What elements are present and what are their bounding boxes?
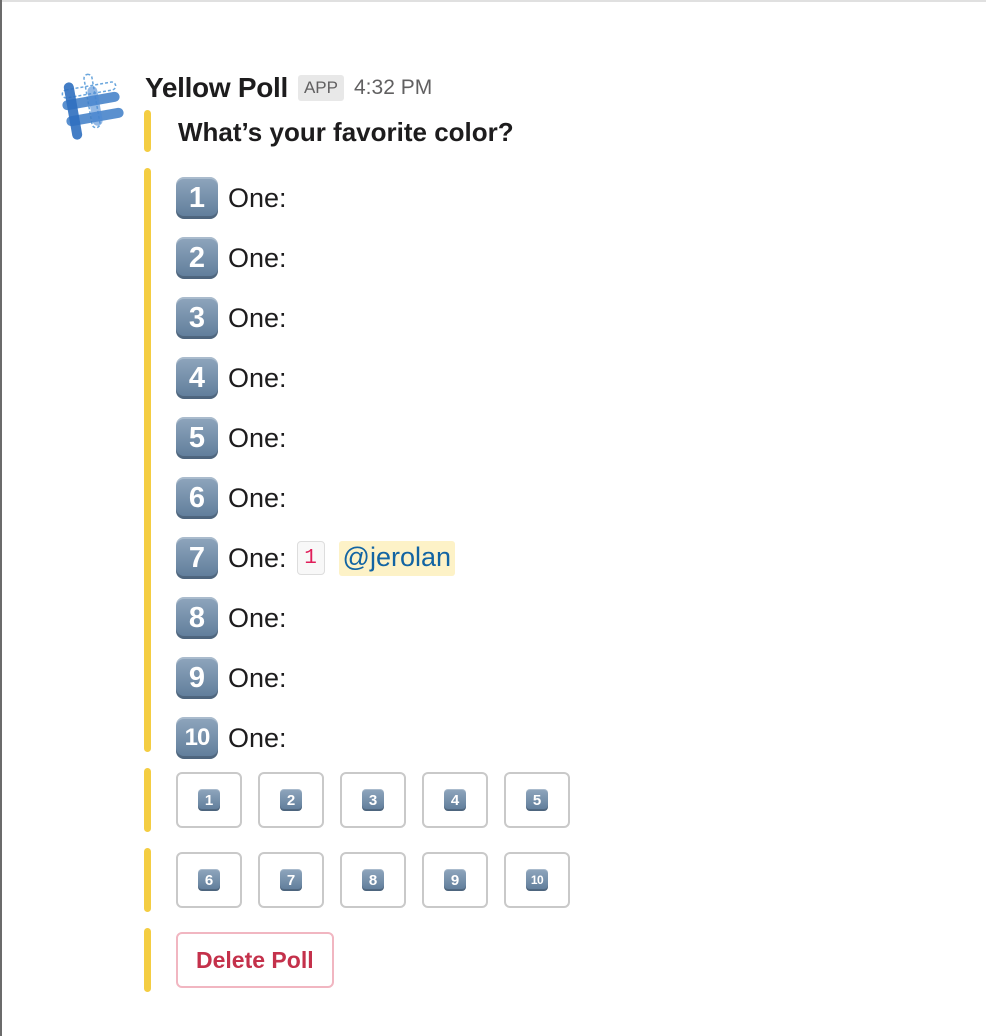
keycap-9-icon: 9 (444, 869, 466, 891)
option-label: One: (228, 362, 287, 393)
window-top-border (0, 0, 986, 2)
keycap-6-icon: 6 (198, 869, 220, 891)
poll-option: 4 One: (176, 348, 455, 408)
keycap-4-icon: 4 (176, 357, 218, 399)
option-label: One: (228, 602, 287, 633)
keycap-6-icon: 6 (176, 477, 218, 519)
keycap-1-icon: 1 (176, 177, 218, 219)
keycap-3-icon: 3 (362, 789, 384, 811)
vote-button-8[interactable]: 8 (340, 852, 406, 908)
poll-option: 10 One: (176, 708, 455, 768)
option-label: One: (228, 722, 287, 753)
poll-question: What’s your favorite color? (178, 117, 514, 147)
vote-button-1[interactable]: 1 (176, 772, 242, 828)
option-label: One: (228, 662, 287, 693)
vote-button-3[interactable]: 3 (340, 772, 406, 828)
vote-count: 1 (296, 541, 325, 575)
message-header: Yellow Poll APP 4:32 PM (145, 70, 432, 106)
poll-option: 2 One: (176, 228, 455, 288)
keycap-2-icon: 2 (280, 789, 302, 811)
window-left-border (0, 0, 2, 1036)
poll-option: 6 One: (176, 468, 455, 528)
keycap-7-icon: 7 (176, 537, 218, 579)
vote-button-4[interactable]: 4 (422, 772, 488, 828)
vote-buttons-row-1: 1 2 3 4 5 (176, 772, 586, 828)
vote-button-5[interactable]: 5 (504, 772, 570, 828)
keycap-8-icon: 8 (362, 869, 384, 891)
yellow-poll-avatar-icon[interactable] (56, 72, 128, 144)
option-label: One: (228, 542, 287, 573)
keycap-2-icon: 2 (176, 237, 218, 279)
option-label: One: (228, 422, 287, 453)
keycap-8-icon: 8 (176, 597, 218, 639)
poll-option: 9 One: (176, 648, 455, 708)
poll-option: 7 One: 1 @jerolan (176, 528, 456, 588)
keycap-1-icon: 1 (198, 789, 220, 811)
poll-option: 8 One: (176, 588, 455, 648)
keycap-3-icon: 3 (176, 297, 218, 339)
message-timestamp[interactable]: 4:32 PM (354, 76, 432, 100)
poll-option: 3 One: (176, 288, 455, 348)
option-label: One: (228, 302, 287, 333)
vote-button-2[interactable]: 2 (258, 772, 324, 828)
poll-option: 5 One: (176, 408, 455, 468)
vote-buttons-row-2: 6 7 8 9 10 (176, 852, 586, 908)
option-label: One: (228, 182, 287, 213)
attachment-bar-buttons-row-2 (144, 848, 151, 912)
vote-button-7[interactable]: 7 (258, 852, 324, 908)
keycap-7-icon: 7 (280, 869, 302, 891)
vote-button-6[interactable]: 6 (176, 852, 242, 908)
poll-option: 1 One: (176, 168, 455, 228)
keycap-5-icon: 5 (176, 417, 218, 459)
delete-poll-button[interactable]: Delete Poll (176, 932, 334, 988)
keycap-5-icon: 5 (526, 789, 548, 811)
bot-name[interactable]: Yellow Poll (145, 72, 288, 104)
vote-button-10[interactable]: 10 (504, 852, 570, 908)
keycap-4-icon: 4 (444, 789, 466, 811)
attachment-bar-title (144, 110, 151, 152)
user-mention[interactable]: @jerolan (338, 540, 456, 576)
keycap-9-icon: 9 (176, 657, 218, 699)
app-badge: APP (297, 75, 344, 101)
keycap-10-icon: 10 (526, 869, 548, 891)
option-label: One: (228, 242, 287, 273)
poll-options-list: 1 One: 2 One: 3 One: 4 One: 5 One: 6 One… (176, 168, 456, 768)
vote-button-9[interactable]: 9 (422, 852, 488, 908)
attachment-bar-buttons-row-1 (144, 768, 151, 832)
attachment-bar-delete (144, 928, 151, 992)
attachment-bar-options (144, 168, 151, 752)
option-label: One: (228, 482, 287, 513)
keycap-10-icon: 10 (176, 717, 218, 759)
